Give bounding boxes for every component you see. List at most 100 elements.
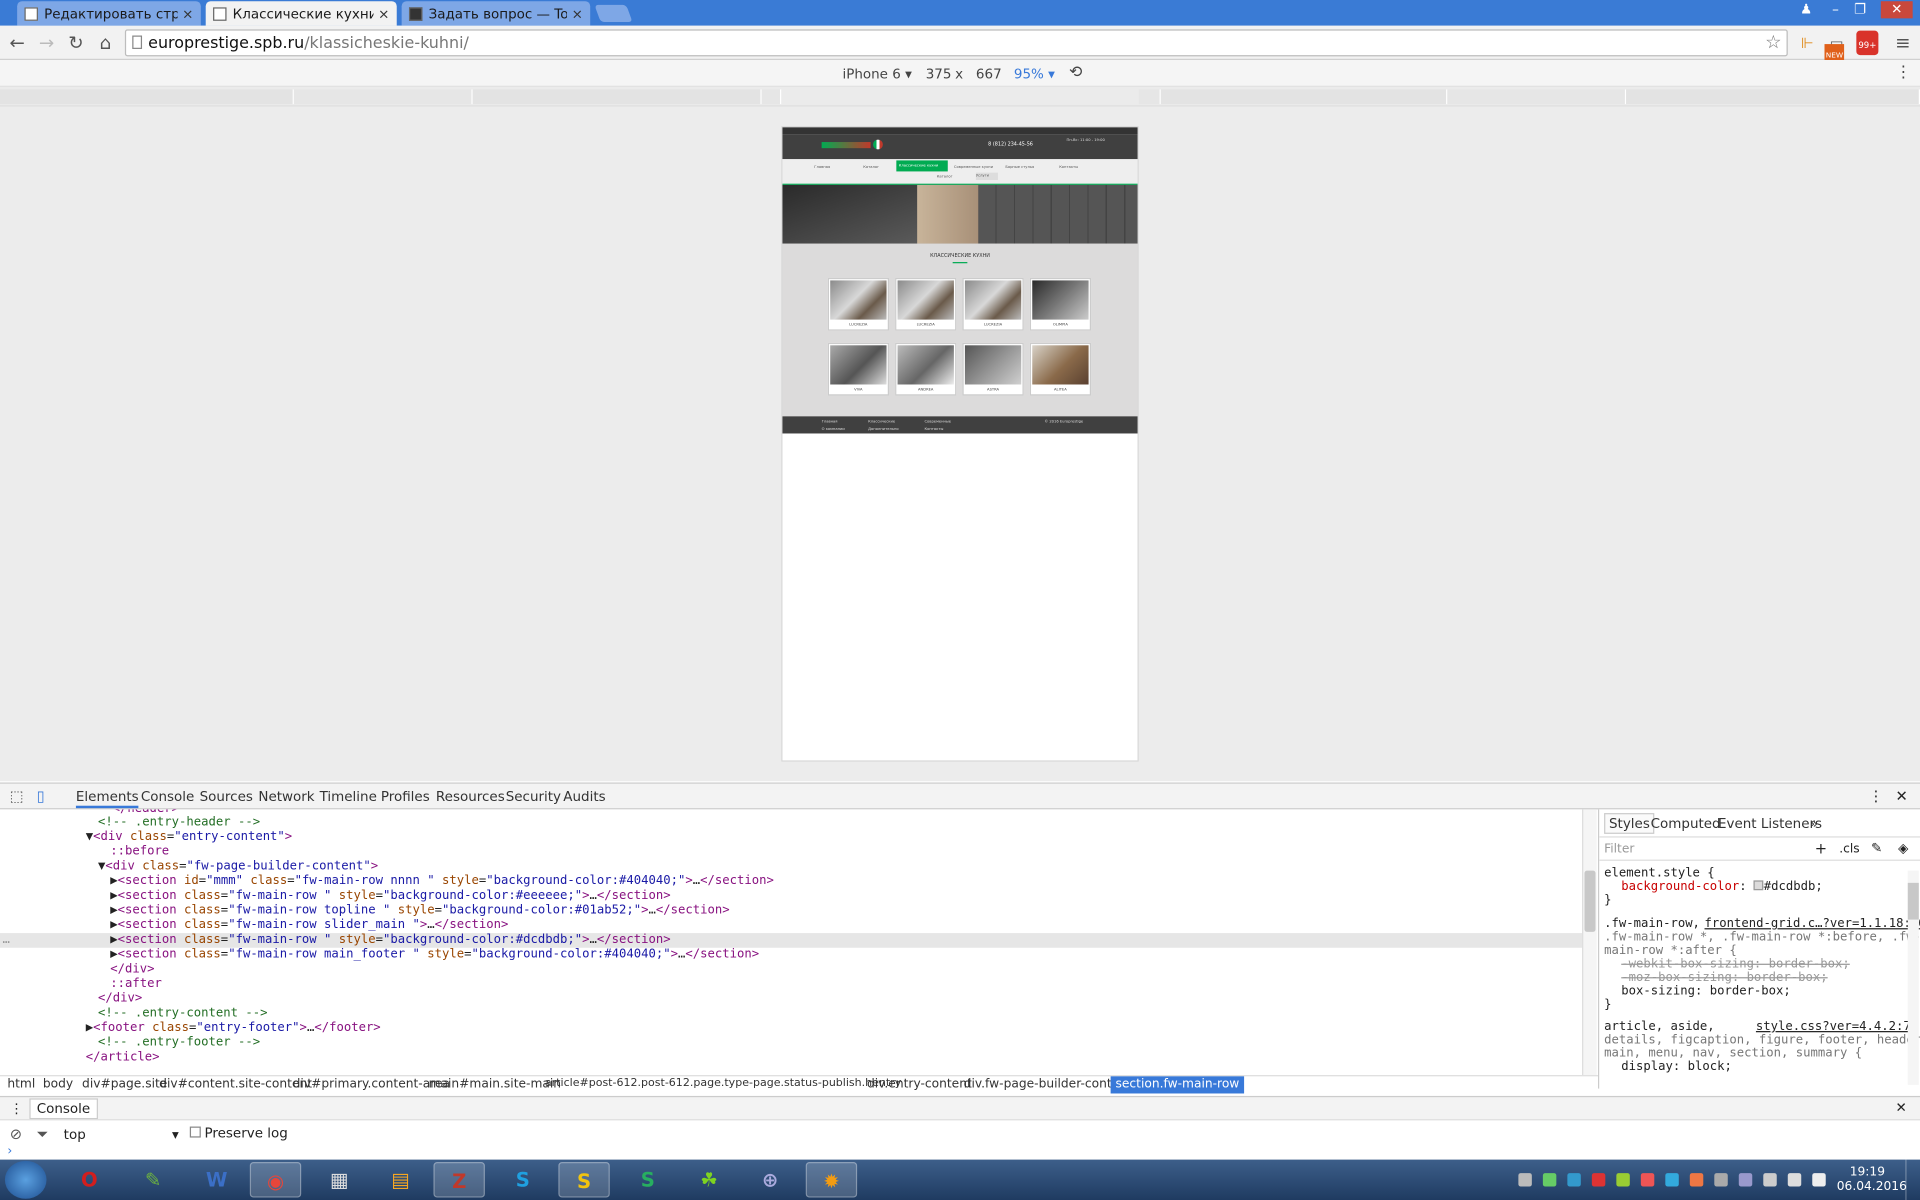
extension-counter-icon[interactable]: 99+ bbox=[1856, 30, 1879, 56]
devtools-menu-icon[interactable]: ⋮ bbox=[1869, 787, 1884, 804]
close-icon[interactable]: × bbox=[572, 6, 583, 22]
footer-link[interactable]: Контакты bbox=[924, 426, 943, 431]
tab-security[interactable]: Security bbox=[506, 789, 561, 805]
style-declaration-overridden[interactable]: -moz-box-sizing: border-box; bbox=[1621, 971, 1827, 984]
elements-scrollbar[interactable] bbox=[1582, 809, 1597, 1076]
tree-node[interactable]: <!-- .entry-content --> bbox=[0, 1007, 1582, 1022]
product-card[interactable]: OLIMPIA bbox=[1029, 277, 1092, 331]
product-card[interactable]: ASTRA bbox=[962, 342, 1024, 396]
site-nav-item[interactable]: Каталог bbox=[863, 164, 879, 174]
tab-edit-page[interactable]: Редактировать страницу × bbox=[17, 1, 201, 26]
tree-node[interactable]: <!-- .entry-header --> bbox=[0, 816, 1582, 831]
device-select[interactable]: iPhone 6 ▾ bbox=[842, 66, 911, 82]
tab-audits[interactable]: Audits bbox=[563, 789, 605, 805]
avast-icon[interactable]: ✹ bbox=[805, 1162, 858, 1198]
more-icon[interactable]: ⋮ bbox=[1896, 64, 1912, 82]
volume-icon[interactable] bbox=[1787, 1173, 1802, 1187]
tree-node[interactable]: ▼<div class="fw-page-builder-content"> bbox=[0, 860, 1582, 875]
cls-toggle[interactable]: .cls bbox=[1839, 842, 1859, 855]
tab-timeline[interactable]: Timeline bbox=[320, 789, 377, 805]
s-app-icon[interactable]: S bbox=[622, 1162, 673, 1198]
styles-scrollbar[interactable] bbox=[1907, 870, 1919, 1085]
footer-link[interactable]: Классические bbox=[868, 419, 895, 424]
tab-toster[interactable]: Задать вопрос — Toster × bbox=[401, 1, 591, 26]
devtools-close-icon[interactable]: ✕ bbox=[1896, 787, 1908, 804]
product-card[interactable]: VIVA bbox=[827, 342, 889, 396]
show-desktop-button[interactable] bbox=[1905, 1159, 1920, 1200]
tray-icon[interactable] bbox=[1542, 1173, 1557, 1187]
game-icon[interactable]: ☘ bbox=[683, 1162, 734, 1198]
chrome-icon[interactable]: ◉ bbox=[249, 1162, 302, 1198]
tab-computed[interactable]: Computed bbox=[1651, 816, 1721, 832]
tray-icon[interactable] bbox=[1567, 1173, 1581, 1187]
address-bar[interactable]: europrestige.spb.ru/klassicheskie-kuhni/… bbox=[124, 29, 1788, 57]
filezilla-icon[interactable]: Z bbox=[433, 1162, 485, 1198]
drawer-tab-console[interactable]: Console bbox=[29, 1098, 98, 1120]
style-source-link[interactable]: frontend-grid.c…?ver=1.1.18:86 bbox=[1705, 917, 1920, 930]
ruler-segment[interactable] bbox=[1138, 89, 1161, 105]
footer-link[interactable]: Главная bbox=[822, 419, 838, 424]
scrollbar-thumb[interactable] bbox=[1584, 870, 1596, 932]
ruler-segment[interactable] bbox=[0, 89, 294, 105]
network-icon[interactable] bbox=[1763, 1173, 1777, 1187]
tray-icon[interactable] bbox=[1640, 1173, 1655, 1187]
tab-elements[interactable]: Elements bbox=[75, 789, 139, 809]
breadcrumb-item[interactable]: div.entry-content bbox=[867, 1078, 972, 1091]
tab-network[interactable]: Network bbox=[258, 789, 314, 805]
styles-filter-input[interactable]: Filter bbox=[1604, 842, 1634, 855]
tree-node[interactable]: ▼<div class="entry-content"> bbox=[0, 830, 1582, 845]
tray-icon[interactable] bbox=[1689, 1173, 1704, 1187]
drawer-menu-icon[interactable]: ⋮ bbox=[10, 1101, 23, 1117]
ruler-segment[interactable] bbox=[761, 89, 782, 105]
site-nav-item[interactable]: Контакты bbox=[1059, 164, 1078, 174]
tray-icon[interactable] bbox=[1518, 1173, 1532, 1187]
tab-event-listeners[interactable]: Event Listeners bbox=[1718, 816, 1822, 832]
product-card[interactable]: LUCREZIA bbox=[895, 277, 957, 331]
kitchen-slider[interactable] bbox=[782, 184, 1138, 244]
word-icon[interactable]: W bbox=[191, 1162, 242, 1198]
product-card[interactable]: ALITEA bbox=[1029, 342, 1092, 396]
user-icon[interactable]: ♟ bbox=[1795, 1, 1817, 18]
site-logo[interactable] bbox=[821, 142, 871, 149]
site-nav-item-active[interactable]: Классические кухни bbox=[896, 160, 948, 172]
console-prompt-icon[interactable]: › bbox=[7, 1145, 12, 1158]
device-height-input[interactable]: 667 bbox=[976, 66, 1002, 82]
site-nav-item[interactable]: Барные стулья bbox=[1005, 164, 1034, 174]
safari-icon[interactable]: ⊕ bbox=[744, 1162, 795, 1198]
clear-console-icon[interactable]: ⊘ bbox=[10, 1125, 22, 1142]
new-tab-button[interactable] bbox=[594, 4, 633, 23]
window-close-icon[interactable]: ✕ bbox=[1880, 1, 1913, 19]
calculator-icon[interactable]: ▦ bbox=[313, 1162, 364, 1198]
ruler-segment[interactable] bbox=[1626, 89, 1920, 105]
tray-icon[interactable] bbox=[1665, 1173, 1679, 1187]
close-icon[interactable]: × bbox=[182, 6, 193, 22]
device-mode-icon[interactable]: ▯ bbox=[37, 787, 45, 804]
tab-sources[interactable]: Sources bbox=[200, 789, 253, 805]
footer-link[interactable]: Современные bbox=[924, 419, 951, 424]
style-source-link[interactable]: style.css?ver=4.4.2:71 bbox=[1756, 1020, 1918, 1033]
ruler-segment[interactable] bbox=[472, 89, 762, 105]
product-card[interactable]: LUCREZIA bbox=[962, 277, 1024, 331]
breadcrumb-item[interactable]: article#post-612.post-612.page.type-page… bbox=[545, 1078, 901, 1090]
breadcrumb-item[interactable]: div#content.site-content bbox=[159, 1078, 312, 1091]
start-button[interactable] bbox=[4, 1160, 47, 1199]
forward-icon[interactable]: → bbox=[34, 31, 58, 55]
tree-node-selected[interactable]: … ▶<section class="fw-main-row " style="b… bbox=[0, 933, 1583, 948]
bookmark-star-icon[interactable]: ☆ bbox=[1765, 31, 1781, 53]
close-icon[interactable]: × bbox=[378, 6, 389, 22]
breadcrumb-item[interactable]: div#page.site bbox=[82, 1078, 167, 1091]
tree-node[interactable]: ▶<footer class="entry-footer">…</footer> bbox=[0, 1021, 1582, 1036]
tree-node[interactable]: ▶<section id="mmm" class="fw-main-row nn… bbox=[0, 874, 1582, 889]
tree-node[interactable]: ::after bbox=[0, 977, 1582, 992]
flag-icon[interactable] bbox=[1812, 1173, 1826, 1187]
restore-icon[interactable]: ❐ bbox=[1849, 1, 1871, 18]
style-declaration[interactable]: display: block; bbox=[1621, 1060, 1732, 1073]
preserve-log-checkbox[interactable] bbox=[189, 1126, 201, 1138]
ruler-segment[interactable] bbox=[293, 89, 473, 105]
footer-link[interactable]: О компании bbox=[822, 426, 845, 431]
tree-node[interactable]: ▶<section class="fw-main-row main_footer… bbox=[0, 948, 1582, 963]
elements-tree[interactable]: </header> <!-- .entry-header --> ▼<div c… bbox=[0, 809, 1583, 1076]
tray-icon[interactable] bbox=[1714, 1173, 1728, 1187]
tray-icon[interactable] bbox=[1738, 1173, 1753, 1187]
site-subnav-item[interactable]: Каталог bbox=[937, 174, 953, 184]
